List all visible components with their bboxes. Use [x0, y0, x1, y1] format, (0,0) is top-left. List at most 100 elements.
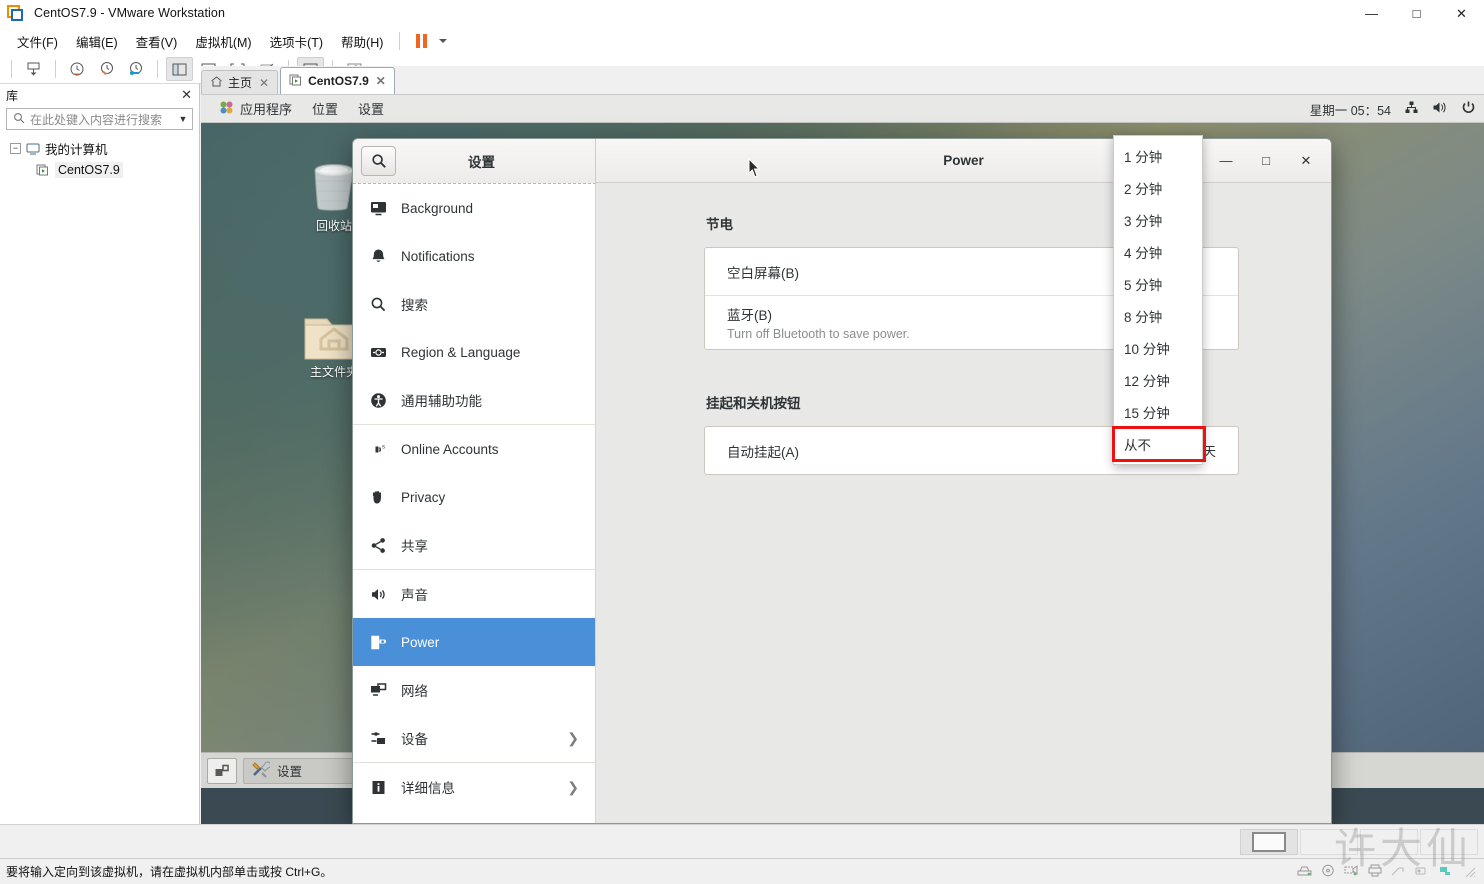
tab-label: CentOS7.9	[308, 74, 369, 88]
close-icon[interactable]: ✕	[259, 76, 269, 90]
sidebar-item-online-accounts[interactable]: s Online Accounts	[353, 425, 595, 473]
sidebar-item-label: Online Accounts	[401, 441, 499, 457]
sidebar-item-sound[interactable]: 声音	[353, 570, 595, 618]
library-search[interactable]: 在此处键入内容进行搜索 ▼	[6, 108, 193, 130]
monitor-icon	[1252, 831, 1286, 852]
settings-sidebar-list: Background Notifications 搜索 Region & Lan…	[353, 183, 596, 823]
menu-help[interactable]: 帮助(H)	[332, 29, 392, 54]
snapshot-icon[interactable]	[20, 57, 47, 81]
settings-headerbar-right: Power — □ ✕	[596, 139, 1331, 183]
sidebar-item-details[interactable]: 详细信息 ❯	[353, 763, 595, 811]
status-cell-2[interactable]	[1300, 828, 1358, 855]
cd-drive-icon[interactable]	[1321, 864, 1335, 880]
maximize-button[interactable]: □	[1394, 0, 1439, 27]
settings-sidebar-title: 设置	[468, 155, 495, 170]
usb-icon[interactable]	[1391, 864, 1405, 880]
status-cell-3[interactable]	[1360, 828, 1418, 855]
hard-disk-icon[interactable]	[1297, 864, 1312, 880]
dropdown-option[interactable]: 1 分钟	[1114, 140, 1202, 172]
maximize-button[interactable]: □	[1247, 146, 1285, 176]
dropdown-caret-icon[interactable]	[436, 39, 450, 43]
dropdown-option[interactable]: 12 分钟	[1114, 364, 1202, 396]
gnome-applications-menu[interactable]: 应用程序	[209, 99, 302, 118]
resize-grip-icon[interactable]	[1462, 864, 1476, 880]
revert-snapshot-icon[interactable]	[93, 57, 120, 81]
search-icon[interactable]	[361, 146, 396, 176]
sidebar-item-label: 通用辅助功能	[401, 394, 482, 409]
close-icon[interactable]: ✕	[181, 87, 192, 103]
close-icon[interactable]: ✕	[376, 74, 386, 88]
sidebar-item-network[interactable]: 网络	[353, 666, 595, 714]
gnome-menu-label: 位置	[312, 102, 339, 117]
minimize-button[interactable]: —	[1207, 146, 1245, 176]
menu-edit[interactable]: 编辑(E)	[67, 29, 127, 54]
menu-tabs[interactable]: 选项卡(T)	[261, 29, 332, 54]
dropdown-option[interactable]: 5 分钟	[1114, 268, 1202, 300]
settings-headerbar-left: 设置	[353, 139, 596, 183]
sidebar-item-privacy[interactable]: Privacy	[353, 473, 595, 521]
gnome-places-menu[interactable]: 位置	[302, 99, 348, 118]
workspace-switcher-icon[interactable]	[207, 757, 237, 784]
dropdown-option[interactable]: 8 分钟	[1114, 300, 1202, 332]
toolbar-divider-3	[157, 60, 158, 78]
sidebar-item-devices[interactable]: 设备 ❯	[353, 714, 595, 762]
clock[interactable]: 星期一 05：54	[1310, 100, 1391, 119]
menu-vm[interactable]: 虚拟机(M)	[186, 29, 260, 54]
network-icon[interactable]	[1344, 864, 1359, 880]
snapshot-manager-icon[interactable]	[64, 57, 91, 81]
tree-item-my-computer[interactable]: − 我的计算机	[4, 138, 195, 159]
vm-guest-icon[interactable]	[1438, 864, 1453, 880]
pause-icon[interactable]	[408, 29, 435, 53]
network-icon[interactable]	[1404, 100, 1419, 118]
dropdown-option[interactable]: 2 分钟	[1114, 172, 1202, 204]
close-button[interactable]: ✕	[1287, 146, 1325, 176]
tab-centos[interactable]: CentOS7.9 ✕	[280, 67, 395, 94]
dropdown-option[interactable]: 10 分钟	[1114, 332, 1202, 364]
sidebar-item-search[interactable]: 搜索	[353, 280, 595, 328]
chevron-right-icon: ❯	[567, 729, 579, 746]
online-accounts-icon: s	[369, 441, 387, 458]
settings-content-pane: 节电 空白屏幕(B) 蓝牙(B) Turn off Bluetooth to s…	[596, 183, 1331, 823]
power-icon[interactable]	[1461, 100, 1476, 118]
row-label: 蓝牙(B)	[727, 308, 772, 323]
status-cell-display[interactable]	[1240, 828, 1298, 855]
row-value[interactable]: 天	[1203, 441, 1216, 460]
gnome-menu-label: 设置	[358, 102, 385, 117]
sound-icon[interactable]	[1414, 864, 1429, 880]
gnome-settings-menu[interactable]: 设置	[348, 99, 394, 118]
tab-label: 主页	[228, 76, 253, 90]
settings-window-controls: — □ ✕	[1207, 146, 1325, 176]
power-battery-icon	[369, 634, 387, 651]
sidebar-item-sharing[interactable]: 共享	[353, 521, 595, 569]
sidebar-item-notifications[interactable]: Notifications	[353, 232, 595, 280]
row-sublabel: Turn off Bluetooth to save power.	[727, 327, 910, 341]
sidebar-item-power[interactable]: Power	[353, 618, 595, 666]
menu-file[interactable]: 文件(F)	[8, 29, 67, 54]
search-input[interactable]: 在此处键入内容进行搜索	[30, 111, 174, 128]
blank-screen-timeout-dropdown[interactable]: 1 分钟 2 分钟 3 分钟 4 分钟 5 分钟 8 分钟 10 分钟 12 分…	[1112, 135, 1206, 465]
tree-item-centos[interactable]: CentOS7.9	[4, 159, 195, 180]
printer-icon[interactable]	[1368, 864, 1382, 880]
library-tree: − 我的计算机 CentOS7.9	[4, 138, 195, 180]
expander-icon[interactable]: −	[10, 143, 21, 154]
close-button[interactable]: ✕	[1439, 0, 1484, 27]
take-snapshot-icon[interactable]	[122, 57, 149, 81]
tab-home[interactable]: 主页 ✕	[201, 70, 279, 94]
dropdown-option[interactable]: 4 分钟	[1114, 236, 1202, 268]
chevron-down-icon[interactable]: ▼	[174, 114, 192, 124]
sidebar-item-background[interactable]: Background	[353, 184, 595, 232]
vmware-logo-icon	[7, 4, 24, 22]
sound-icon	[369, 586, 387, 603]
dropdown-option[interactable]: 15 分钟	[1114, 396, 1202, 428]
sidebar-item-region-language[interactable]: Region & Language	[353, 328, 595, 376]
sidebar-item-accessibility[interactable]: 通用辅助功能	[353, 376, 595, 424]
row-label: 自动挂起(A)	[727, 444, 799, 460]
volume-icon[interactable]	[1432, 100, 1448, 118]
menu-view[interactable]: 查看(V)	[127, 29, 187, 54]
vmware-status-bar: 要将输入定向到该虚拟机，请在虚拟机内部单击或按 Ctrl+G。	[0, 858, 1484, 884]
dropdown-option-never[interactable]: 从不	[1112, 426, 1206, 462]
minimize-button[interactable]: —	[1349, 0, 1394, 27]
status-cell-4[interactable]	[1420, 828, 1478, 855]
show-library-icon[interactable]	[166, 57, 193, 81]
dropdown-option[interactable]: 3 分钟	[1114, 204, 1202, 236]
